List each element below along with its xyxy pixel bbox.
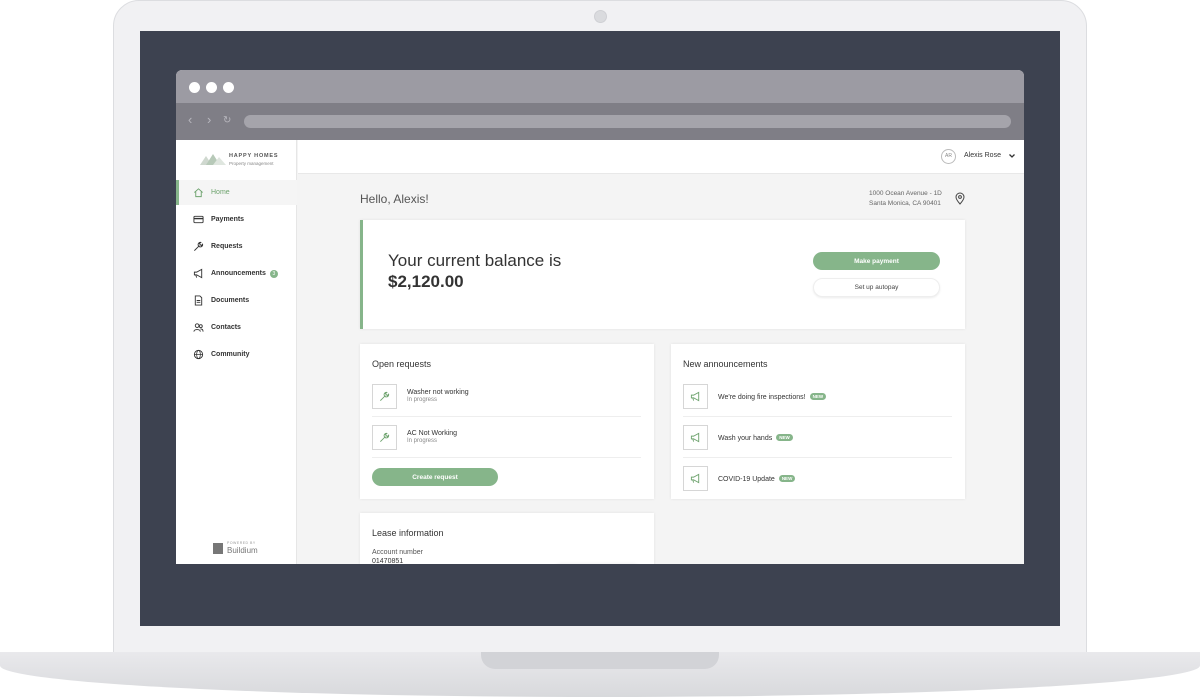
announcement-title: COVID-19 Update NEW [718,475,796,483]
reload-icon[interactable]: ↻ [223,114,231,128]
announcement-text: We're doing fire inspections! [718,394,806,401]
megaphone-icon [683,466,708,491]
tenant-portal: HAPPY HOMES Property management Home Pay… [176,140,1024,564]
list-item[interactable]: Washer not working In progress [372,377,641,417]
megaphone-icon [193,268,205,280]
list-item[interactable]: AC Not Working In progress [372,418,641,458]
balance-amount: $2,120.00 [388,272,464,291]
location-pin-icon [955,192,965,205]
window-close-dot[interactable] [189,82,200,93]
wrench-icon [193,241,205,253]
browser-toolbar: ‹ › ↻ [176,103,1024,140]
camera-icon [594,10,607,23]
brand-logo[interactable]: HAPPY HOMES Property management [200,150,290,170]
chevron-down-icon[interactable] [1008,152,1016,160]
brand-tagline: Property management [229,161,274,166]
property-address: 1000 Ocean Avenue - 1D Santa Monica, CA … [869,189,942,208]
announcement-title: We're doing fire inspections! NEW [718,393,827,401]
wrench-icon [372,384,397,409]
people-icon [193,322,205,334]
brand-name: HAPPY HOMES [229,153,279,159]
powered-by-label: POWERED BY [227,541,256,545]
powered-by-buildium[interactable]: POWERED BY Buildium [213,541,273,557]
create-request-button[interactable]: Create request [372,468,498,486]
open-requests-card: Open requests Washer not working In prog… [360,344,654,499]
sidebar-item-label: Announcements [211,270,266,277]
account-number-value: 01470851 [372,558,404,564]
request-status: In progress [407,397,438,403]
credit-card-icon [193,214,205,226]
announcement-title: Wash your hands NEW [718,434,793,442]
new-badge: NEW [778,475,796,482]
announcements-card: New announcements We're doing fire inspe… [671,344,965,499]
balance-title: Your current balance is [388,251,562,270]
request-status: In progress [407,438,438,444]
sidebar-item-requests[interactable]: Requests [176,234,297,259]
address-bar[interactable] [244,115,1011,128]
back-icon[interactable]: ‹ [188,113,192,127]
sidebar-item-community[interactable]: Community [176,342,297,367]
announcement-text: Wash your hands [718,435,773,442]
lease-title: Lease information [372,528,444,538]
sidebar-item-label: Documents [211,297,250,304]
sidebar-item-label: Requests [211,243,243,250]
new-badge: NEW [776,434,793,441]
announcements-title: New announcements [683,359,768,369]
sidebar-item-label: Community [211,351,250,358]
avatar[interactable]: AR [941,149,956,164]
top-bar: AR Alexis Rose [298,140,1024,174]
browser-titlebar [176,70,1024,103]
lease-information-card: Lease information Account number 0147085… [360,513,654,564]
list-item[interactable]: Wash your hands NEW [683,418,952,458]
list-item[interactable]: COVID-19 Update NEW [683,459,952,499]
account-number-label: Account number [372,549,423,556]
sidebar-item-label: Contacts [211,324,241,331]
address-line-2: Santa Monica, CA 90401 [869,199,941,207]
sidebar-item-label: Home [211,189,230,196]
main-content: Hello, Alexis! 1000 Ocean Avenue - 1D Sa… [298,175,1024,564]
sidebar-item-documents[interactable]: Documents [176,288,297,313]
address-line-1: 1000 Ocean Avenue - 1D [869,190,942,197]
window-maximize-dot[interactable] [223,82,234,93]
announcements-count-badge: 3 [269,269,278,278]
page-title: Hello, Alexis! [360,192,429,206]
globe-icon [193,349,205,361]
sidebar: HAPPY HOMES Property management Home Pay… [176,140,297,564]
new-badge: NEW [809,393,827,400]
sidebar-item-label: Payments [211,216,245,223]
set-up-autopay-button[interactable]: Set up autopay [813,278,940,297]
list-item[interactable]: We're doing fire inspections! NEW [683,377,952,417]
document-icon [193,294,205,307]
laptop-frame: ‹ › ↻ HAPPY HOMES Property management Ho… [0,0,1200,697]
request-title: Washer not working [407,389,469,396]
window-minimize-dot[interactable] [206,82,217,93]
megaphone-icon [683,425,708,450]
forward-icon[interactable]: › [207,113,211,127]
announcement-text: COVID-19 Update [718,476,775,483]
sidebar-item-announcements[interactable]: Announcements 3 [176,261,297,286]
sidebar-item-contacts[interactable]: Contacts [176,315,297,340]
wrench-icon [372,425,397,450]
powered-by-name: Buildium [227,546,258,555]
request-title: AC Not Working [407,430,458,437]
megaphone-icon [683,384,708,409]
buildium-logo-icon [213,543,223,554]
balance-card: Your current balance is $2,120.00 Make p… [360,220,965,329]
sidebar-item-home[interactable]: Home [176,180,297,205]
laptop-notch [481,652,719,669]
mountain-logo-icon [200,154,226,165]
sidebar-item-payments[interactable]: Payments [176,207,297,232]
open-requests-title: Open requests [372,359,432,369]
make-payment-button[interactable]: Make payment [813,252,940,270]
browser-window: ‹ › ↻ HAPPY HOMES Property management Ho… [176,70,1024,564]
user-menu-name[interactable]: Alexis Rose [964,152,1001,159]
home-icon [193,187,205,199]
